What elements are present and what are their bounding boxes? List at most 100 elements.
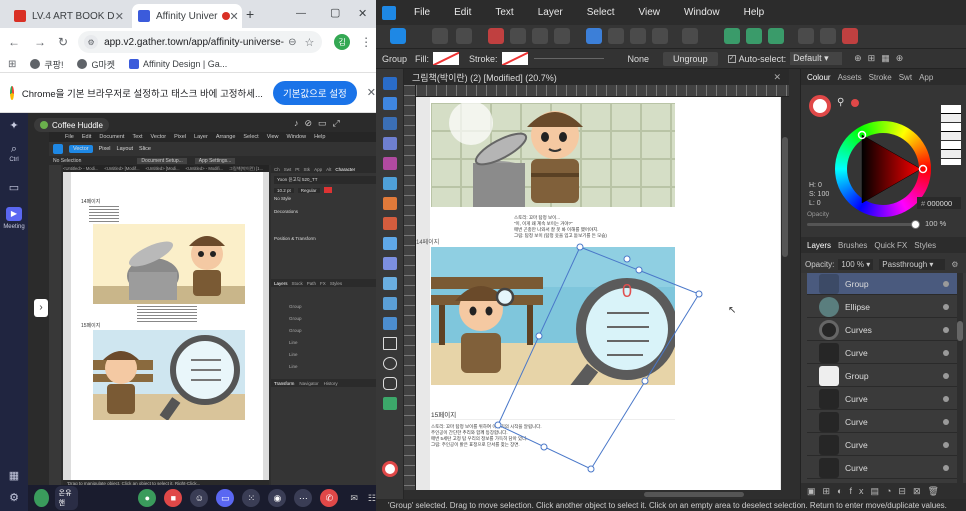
apps-grid-icon[interactable]: ⊞ xyxy=(8,59,16,70)
bookmark-coupang[interactable]: 쿠팡! xyxy=(44,58,63,71)
snapping-magnet-icon[interactable] xyxy=(798,28,814,44)
blend-mode-dropdown[interactable]: Passthrough ▾ xyxy=(879,258,946,270)
bookmark-star-icon[interactable]: ☆ xyxy=(304,36,314,49)
emoji-icon[interactable]: ☺ xyxy=(190,489,209,507)
menu-layer[interactable]: Layer xyxy=(538,7,563,18)
export-persona-icon[interactable] xyxy=(456,28,472,44)
visibility-dot-icon[interactable] xyxy=(943,280,949,287)
visibility-dot-icon[interactable] xyxy=(943,349,949,356)
fill-tool-icon[interactable] xyxy=(383,237,397,250)
more-icon[interactable]: ⋯ xyxy=(294,489,313,507)
fill-stroke-swatch-icon[interactable] xyxy=(809,95,831,117)
screen-share-icon[interactable]: ▭ xyxy=(216,489,235,507)
minimize-button[interactable]: — xyxy=(296,8,306,19)
profile-avatar[interactable]: 김 xyxy=(334,34,351,50)
order-icon[interactable] xyxy=(532,28,548,44)
selection-handle[interactable] xyxy=(695,290,703,298)
gather-logo-icon[interactable]: ✦ xyxy=(0,119,28,132)
user-name[interactable]: 온유핸 xyxy=(54,486,79,510)
vector-brush-tool-icon[interactable] xyxy=(383,217,397,230)
shape-builder-icon[interactable] xyxy=(383,317,397,330)
leave-icon[interactable]: ✆ xyxy=(320,489,339,507)
horizontal-scroll-thumb[interactable] xyxy=(644,492,744,497)
corner-tool-icon[interactable] xyxy=(383,117,397,130)
search-icon[interactable]: ⌕ xyxy=(0,143,28,156)
layer-row[interactable]: Curve xyxy=(807,457,957,479)
layer-row[interactable]: Group xyxy=(807,365,957,387)
selection-handle[interactable] xyxy=(494,421,502,429)
participants-icon[interactable]: ☷ xyxy=(368,493,376,504)
snap-icon[interactable] xyxy=(510,28,526,44)
horizontal-scrollbar[interactable] xyxy=(416,490,789,499)
document-tab[interactable]: 그림책(박이란) (2) [Modified] (20.7%) ✕ xyxy=(404,69,789,85)
colour-swatch-icon[interactable] xyxy=(382,461,398,477)
eyedropper-icon[interactable]: ⚲ xyxy=(837,97,844,108)
selection-handle[interactable] xyxy=(576,243,584,251)
url-text[interactable]: app.v2.gather.town/app/affinity-universe… xyxy=(104,37,284,48)
menu-help[interactable]: Help xyxy=(744,7,765,18)
transparency-tool-icon[interactable] xyxy=(383,257,397,270)
layer-row[interactable]: Curve xyxy=(807,434,957,456)
record-icon[interactable]: ◉ xyxy=(268,489,287,507)
ellipse-tool-icon[interactable] xyxy=(383,357,397,370)
menu-view[interactable]: View xyxy=(639,7,661,18)
pen-tool-icon[interactable] xyxy=(383,177,397,190)
tab-appearance[interactable]: App xyxy=(919,73,933,82)
visibility-dot-icon[interactable] xyxy=(943,372,949,379)
layers-footer-icons[interactable]: ▣⊞◐fx▤◔⊟⊠🗑 xyxy=(807,486,946,497)
stage-controls[interactable]: ♪⊘▭⤢ xyxy=(294,118,346,129)
visibility-dot-icon[interactable] xyxy=(943,464,949,471)
rotation-handle[interactable] xyxy=(623,255,631,263)
site-info-icon[interactable]: ⚙ xyxy=(84,35,99,49)
stroke-style-value[interactable]: None xyxy=(628,54,650,64)
menu-window[interactable]: Window xyxy=(684,7,720,18)
point-transform-tool-icon[interactable] xyxy=(383,137,397,150)
close-infobar-icon[interactable]: ✕ xyxy=(367,86,376,99)
auto-select-checkbox[interactable]: ✓ xyxy=(727,54,736,63)
document-canvas[interactable]: 스토리: 꼬마 탐정 보이... “이, 이게 왜 계속 보이는 거야?” 매번… xyxy=(416,97,781,490)
maximize-button[interactable]: ▢ xyxy=(330,6,340,19)
layer-row[interactable]: Curve xyxy=(807,388,957,410)
layer-row[interactable]: Group xyxy=(807,273,957,295)
layer-row[interactable]: Curve xyxy=(807,342,957,364)
hex-value[interactable]: 000000 xyxy=(927,199,952,208)
reload-icon[interactable]: ↻ xyxy=(58,35,68,49)
layer-row[interactable]: Ellipse xyxy=(807,296,957,318)
close-tab-icon[interactable]: ✕ xyxy=(230,10,239,23)
tab-quick-fx[interactable]: Quick FX xyxy=(874,241,907,250)
tab-affinity-universe[interactable]: Affinity Univer ✕ xyxy=(132,4,242,28)
visibility-dot-icon[interactable] xyxy=(943,441,949,448)
boolean-add-icon[interactable] xyxy=(724,28,740,44)
snap-toggle-icon[interactable] xyxy=(842,28,858,44)
visibility-dot-icon[interactable] xyxy=(943,326,949,333)
vector-crop-tool-icon[interactable] xyxy=(383,297,397,310)
selection-handle[interactable] xyxy=(540,443,548,451)
stroke-swatch-none[interactable] xyxy=(501,52,528,65)
settings-gear-icon[interactable]: ⚙ xyxy=(0,491,28,504)
vertical-scrollbar[interactable] xyxy=(781,97,789,490)
opacity-value[interactable]: 100 % xyxy=(925,219,946,228)
pencil-tool-icon[interactable] xyxy=(383,197,397,210)
new-tab-button[interactable]: + xyxy=(246,6,254,22)
close-document-icon[interactable]: ✕ xyxy=(773,72,781,83)
contour-tool-icon[interactable] xyxy=(383,157,397,170)
rectangle-tool-icon[interactable] xyxy=(383,337,397,350)
boolean-subtract-icon[interactable] xyxy=(746,28,762,44)
apps-icon[interactable]: ⁙ xyxy=(242,489,261,507)
align-icon[interactable] xyxy=(488,28,504,44)
menu-kebab-icon[interactable]: ⋮ xyxy=(360,35,372,49)
ungroup-button[interactable]: Ungroup xyxy=(663,51,718,66)
bookmark-gmarket[interactable]: G마켓 xyxy=(91,58,115,71)
layers-scrollbar[interactable] xyxy=(957,273,963,483)
tab-swatches[interactable]: Swt xyxy=(899,73,912,82)
tab-art-book[interactable]: LV.4 ART BOOK D ✕ xyxy=(8,4,130,28)
selection-overlay[interactable] xyxy=(416,97,781,490)
node-tool-icon[interactable] xyxy=(383,97,397,110)
boolean-intersect-icon[interactable] xyxy=(768,28,784,44)
expand-chevron-icon[interactable]: › xyxy=(34,299,48,317)
align-distribute-icon[interactable] xyxy=(682,28,698,44)
microphone-icon[interactable]: ● xyxy=(138,489,157,507)
rotate-right-icon[interactable] xyxy=(652,28,668,44)
close-tab-icon[interactable]: ✕ xyxy=(115,10,124,23)
layers-scroll-thumb[interactable] xyxy=(957,321,963,341)
